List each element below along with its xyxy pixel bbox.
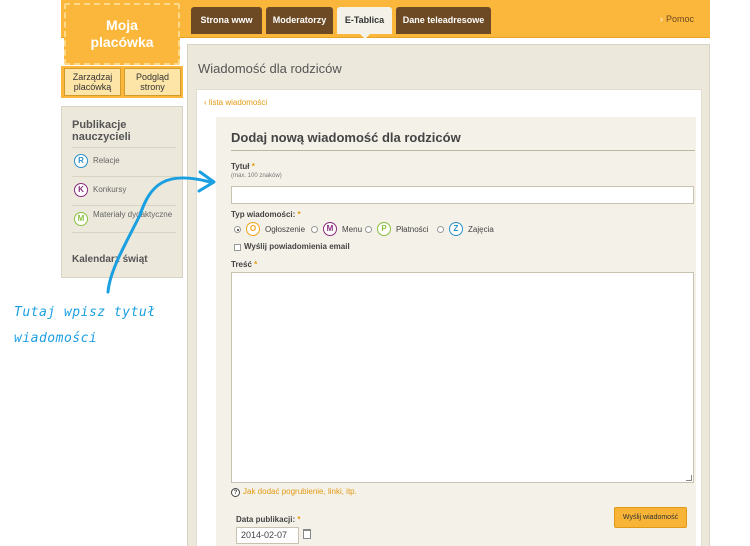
- annotation-line-1: Tutaj wpisz tytuł: [14, 305, 156, 320]
- annotation-arrow-icon: [106, 170, 216, 294]
- annotation-note: Tutaj wpisz tytuł wiadomości: [14, 300, 156, 352]
- annotation-line-2: wiadomości: [14, 331, 98, 346]
